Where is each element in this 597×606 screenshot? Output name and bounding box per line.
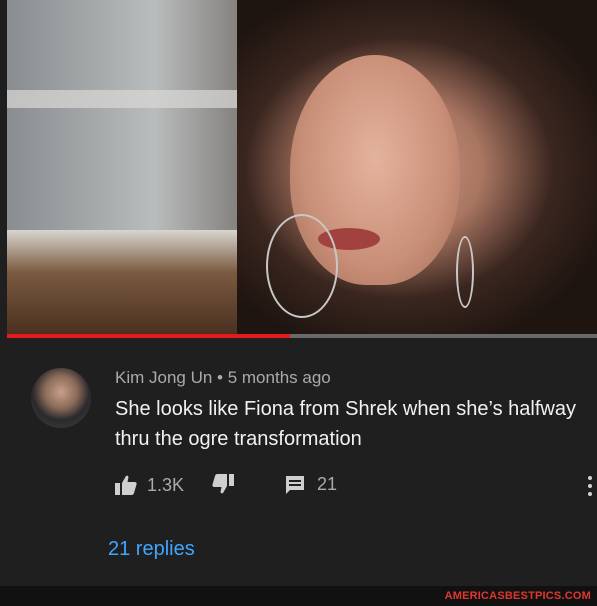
like-count: 1.3K	[147, 474, 185, 495]
earring-right	[456, 236, 474, 308]
comment-text: She looks like Fiona from Shrek when she…	[115, 398, 576, 450]
comment-author-line[interactable]: Kim Jong Un • 5 months ago	[115, 368, 331, 388]
background-counter	[7, 230, 247, 336]
comment-icon[interactable]	[285, 475, 305, 495]
thumbs-up-icon[interactable]	[115, 475, 137, 495]
background-shelf	[7, 90, 267, 108]
reply-count: 21	[317, 474, 338, 494]
comment-actions: 1.3K 21	[115, 472, 337, 498]
thumbs-down-icon[interactable]	[212, 474, 234, 494]
more-vert-icon[interactable]	[588, 476, 594, 496]
dislike-button[interactable]	[212, 474, 234, 494]
watermark-text: AMERICASBESTPICS.COM	[444, 590, 591, 602]
view-replies-link[interactable]: 21 replies	[108, 538, 195, 561]
reply-button[interactable]: 21	[285, 474, 337, 495]
like-button[interactable]: 1.3K	[115, 475, 184, 496]
avatar[interactable]	[31, 368, 91, 428]
earring-left	[266, 214, 338, 318]
